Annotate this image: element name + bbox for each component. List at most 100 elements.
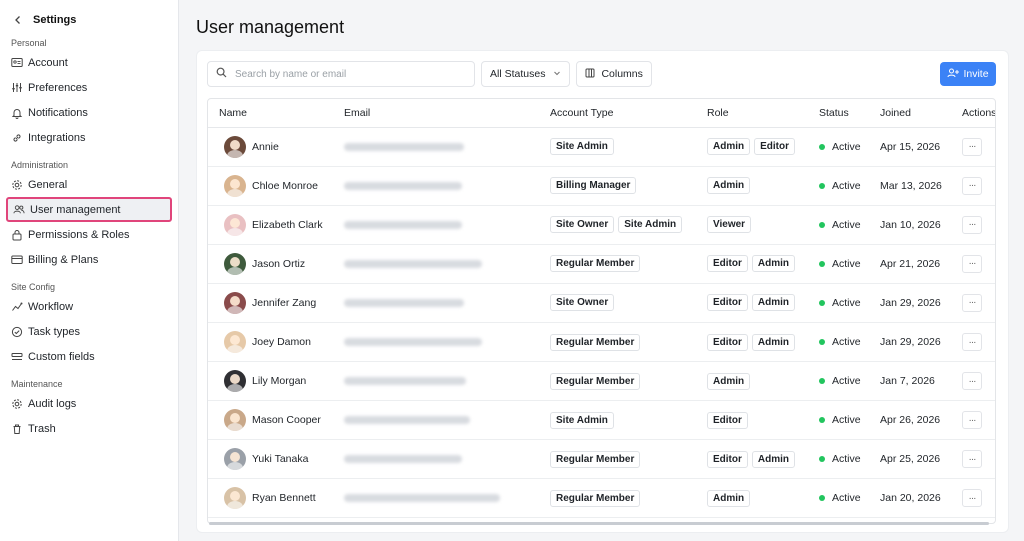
search-box[interactable] xyxy=(207,61,475,87)
sidebar-item-task-types[interactable]: Task types xyxy=(6,319,172,344)
actions-cell: ··· xyxy=(951,283,995,323)
sidebar-item-preferences[interactable]: Preferences xyxy=(6,75,172,100)
sidebar-item-workflow[interactable]: Workflow xyxy=(6,294,172,319)
role-cell: Admin xyxy=(696,166,808,206)
joined-date: Jan 7, 2026 xyxy=(869,361,951,402)
role-badge: Admin xyxy=(751,450,795,468)
account-type-badge: Site Admin xyxy=(550,411,614,429)
role-cell: Editor Admin xyxy=(696,244,808,284)
account-type-badge: Regular Member xyxy=(550,333,641,351)
table-row[interactable]: Mason Cooper Site Admin Editor Active Apr 26… xyxy=(208,400,995,441)
role-badge: Admin xyxy=(707,489,751,507)
check-circle-icon xyxy=(11,326,23,338)
redacted-email xyxy=(344,220,462,229)
more-options-icon[interactable]: ··· xyxy=(962,293,982,312)
sliders-icon xyxy=(11,82,23,94)
email-cell xyxy=(333,361,539,402)
custom-fields-icon xyxy=(11,351,23,363)
sidebar-item-general[interactable]: General xyxy=(6,172,172,197)
status-dot-icon xyxy=(819,260,825,267)
sidebar-item-user-management[interactable]: User management xyxy=(6,197,172,222)
user-name: Elizabeth Clark xyxy=(252,218,323,231)
actions-cell: ··· xyxy=(951,361,995,402)
column-header-actions[interactable]: Actions xyxy=(951,99,995,128)
columns-button[interactable]: Columns xyxy=(576,61,652,87)
user-name: Annie xyxy=(252,140,279,153)
table-row[interactable]: Ryan Bennett Regular Member Admin Active Jan… xyxy=(208,478,995,519)
table-body: Annie Site Admin Admin Editor Active Apr 15, … xyxy=(208,127,995,519)
sidebar-item-label: Audit logs xyxy=(28,397,77,410)
gear-icon xyxy=(11,179,23,191)
more-options-icon[interactable]: ··· xyxy=(962,254,982,273)
sidebar-item-account[interactable]: Account xyxy=(6,50,172,75)
column-header-email[interactable]: Email xyxy=(333,99,539,128)
avatar xyxy=(224,448,246,471)
role-badge: Editor xyxy=(707,411,748,429)
sidebar-item-label: Workflow xyxy=(28,300,74,313)
id-card-icon xyxy=(11,57,23,69)
actions-cell: ··· xyxy=(951,400,995,441)
account-type-cell: Regular Member xyxy=(539,478,696,519)
table-row[interactable]: Jennifer Zang Site Owner Editor Admin Active… xyxy=(208,283,995,323)
status-cell: Active xyxy=(808,283,869,323)
search-input[interactable] xyxy=(235,68,455,80)
status-cell: Active xyxy=(808,205,869,245)
column-header-role[interactable]: Role xyxy=(696,99,808,128)
status-indicator: Active xyxy=(819,492,869,504)
gear-icon xyxy=(11,398,23,410)
sidebar-section-maintenance: Maintenance xyxy=(11,379,63,389)
column-header-joined[interactable]: Joined xyxy=(869,99,951,128)
table-row[interactable]: Chloe Monroe Billing Manager Admin Active Ma… xyxy=(208,166,995,206)
role-badge: Admin xyxy=(707,177,751,195)
search-icon xyxy=(216,67,227,81)
more-options-icon[interactable]: ··· xyxy=(962,411,982,430)
more-options-icon[interactable]: ··· xyxy=(962,450,982,469)
horizontal-scrollbar[interactable] xyxy=(209,522,989,525)
email-cell xyxy=(333,439,539,480)
back-arrow-icon[interactable] xyxy=(11,13,25,27)
invite-button[interactable]: Invite xyxy=(940,62,996,86)
status-cell: Active xyxy=(808,322,869,363)
table-row[interactable]: Yuki Tanaka Regular Member Editor Admin Acti… xyxy=(208,439,995,480)
table-row[interactable]: Joey Damon Regular Member Editor Admin Activ… xyxy=(208,322,995,363)
more-options-icon[interactable]: ··· xyxy=(962,372,982,391)
actions-cell: ··· xyxy=(951,166,995,206)
sidebar-item-notifications[interactable]: Notifications xyxy=(6,100,172,125)
more-options-icon[interactable]: ··· xyxy=(962,176,982,195)
email-cell xyxy=(333,205,539,245)
sidebar-item-integrations[interactable]: Integrations xyxy=(6,125,172,150)
more-options-icon[interactable]: ··· xyxy=(962,137,982,156)
sidebar-item-label: Preferences xyxy=(28,81,88,94)
sidebar-item-permissions-and-roles[interactable]: Permissions & Roles xyxy=(6,222,172,247)
sidebar-item-billing-and-plans[interactable]: Billing & Plans xyxy=(6,247,172,272)
role-badge: Admin xyxy=(707,372,751,390)
trash-icon xyxy=(11,423,23,435)
sidebar-item-audit-logs[interactable]: Audit logs xyxy=(6,391,172,416)
sidebar-header: Settings xyxy=(6,12,172,28)
role-badge: Admin xyxy=(707,138,751,156)
sidebar-item-trash[interactable]: Trash xyxy=(6,416,172,441)
role-badge: Admin xyxy=(751,333,795,351)
table-row[interactable]: Annie Site Admin Admin Editor Active Apr 15, … xyxy=(208,127,995,167)
account-type-badge: Regular Member xyxy=(550,255,641,273)
more-options-icon[interactable]: ··· xyxy=(962,489,982,508)
redacted-email xyxy=(344,259,482,268)
role-cell: Editor Admin xyxy=(696,322,808,363)
name-cell-content: Lily Morgan xyxy=(219,370,333,393)
status-filter-dropdown[interactable]: All Statuses xyxy=(481,61,571,87)
status-cell: Active xyxy=(808,400,869,441)
column-header-account-type[interactable]: Account Type xyxy=(539,99,696,128)
more-options-icon[interactable]: ··· xyxy=(962,215,982,234)
sidebar-item-label: Notifications xyxy=(28,106,88,119)
name-cell: Yuki Tanaka xyxy=(208,439,333,480)
status-cell: Active xyxy=(808,166,869,206)
table-row[interactable]: Lily Morgan Regular Member Admin Active Jan … xyxy=(208,361,995,402)
name-cell: Annie xyxy=(208,127,333,167)
more-options-icon[interactable]: ··· xyxy=(962,333,982,352)
column-header-name[interactable]: Name xyxy=(208,99,333,128)
table-row[interactable]: Elizabeth Clark Site Owner Site Admin Viewe… xyxy=(208,205,995,245)
column-header-status[interactable]: Status xyxy=(808,99,869,128)
sidebar-item-custom-fields[interactable]: Custom fields xyxy=(6,344,172,369)
table-row[interactable]: Jason Ortiz Regular Member Editor Admin Acti… xyxy=(208,244,995,284)
settings-sidebar: Settings Personal Account Preferences Notif… xyxy=(0,0,179,541)
